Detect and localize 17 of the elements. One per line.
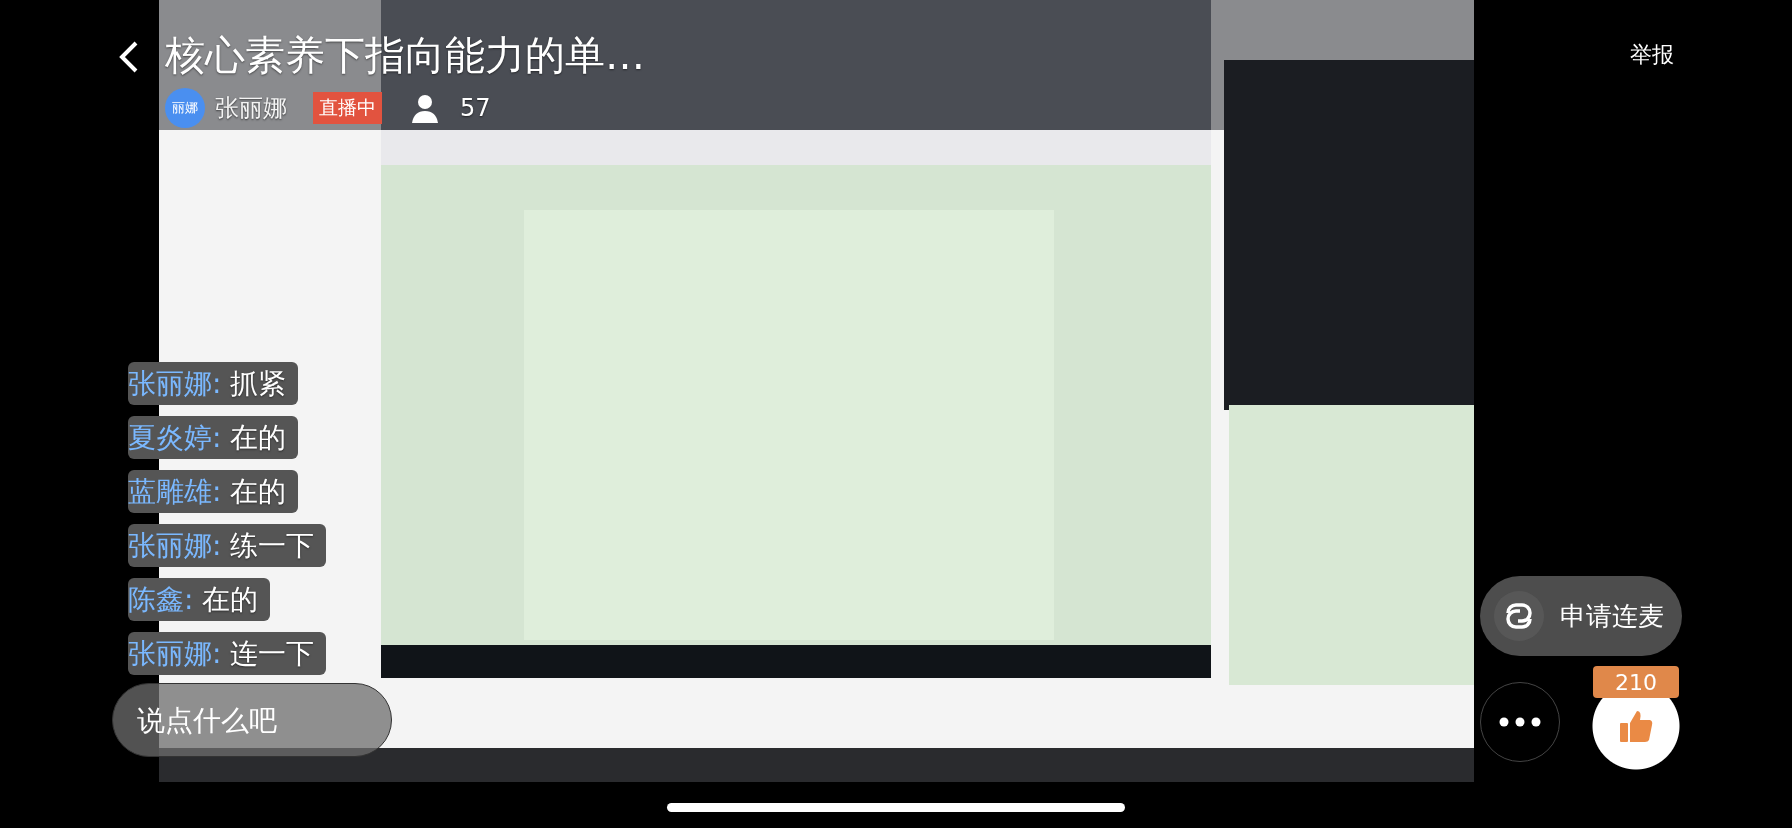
person-icon [410,93,440,123]
chat-message: 张丽娜: 连一下 [128,632,327,675]
viewer-count: 57 [460,94,491,122]
chat-message: 蓝雕雄: 在的 [128,470,299,513]
link-mic-button[interactable]: 申请连麦 [1480,576,1682,656]
chat-message: 夏炎婷: 在的 [128,416,299,459]
chat-message: 张丽娜: 抓紧 [128,362,299,405]
chat-message: 陈鑫: 在的 [128,578,271,621]
link-icon [1494,591,1544,641]
stream-title: 核心素养下指向能力的单… [165,31,645,80]
streamer-name: 张丽娜 [215,93,287,124]
chat-message: 张丽娜: 练一下 [128,524,327,567]
thumbs-up-icon [1618,708,1654,744]
more-icon [1498,717,1542,727]
comment-field[interactable]: 说点什么吧 [112,683,392,757]
live-badge: 直播中 [313,92,382,124]
report-link[interactable]: 举报 [1630,40,1674,70]
